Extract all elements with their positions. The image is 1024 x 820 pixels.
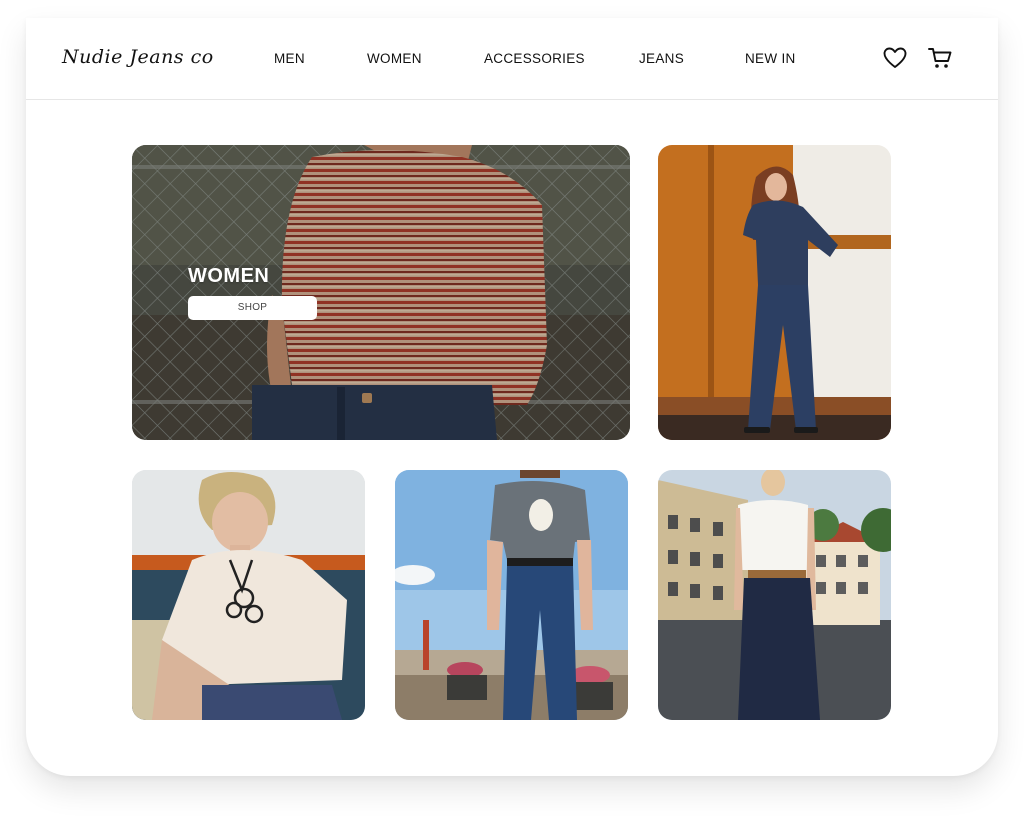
nav-item-new-in[interactable]: NEW IN (745, 51, 796, 66)
nav-item-men[interactable]: MEN (274, 51, 305, 66)
street-wide-leg-image (658, 470, 891, 720)
shop-button[interactable]: SHOP (188, 296, 317, 320)
tile-denim-jumpsuit[interactable] (658, 145, 891, 440)
hero-title: WOMEN (188, 265, 270, 287)
denim-jumpsuit-image (658, 145, 891, 440)
standing-jeans-image (395, 470, 628, 720)
nav-item-accessories[interactable]: ACCESSORIES (484, 51, 585, 66)
tile-standing-jeans[interactable] (395, 470, 628, 720)
hero-women-tile[interactable]: WOMEN SHOP (132, 145, 630, 440)
tile-street-wide-leg[interactable] (658, 470, 891, 720)
brand-logo[interactable]: Nudie Jeans co (62, 46, 214, 68)
hero-overlay: WOMEN SHOP (188, 265, 317, 320)
nav-item-jeans[interactable]: JEANS (639, 51, 684, 66)
tile-seated-tee[interactable] (132, 470, 365, 720)
cart-icon[interactable] (927, 45, 953, 71)
seated-tee-image (132, 470, 365, 720)
heart-icon[interactable] (882, 45, 908, 71)
site-header: Nudie Jeans co MEN WOMEN ACCESSORIES JEA… (26, 18, 998, 100)
nav-item-women[interactable]: WOMEN (367, 51, 422, 66)
page-card: Nudie Jeans co MEN WOMEN ACCESSORIES JEA… (26, 18, 998, 776)
